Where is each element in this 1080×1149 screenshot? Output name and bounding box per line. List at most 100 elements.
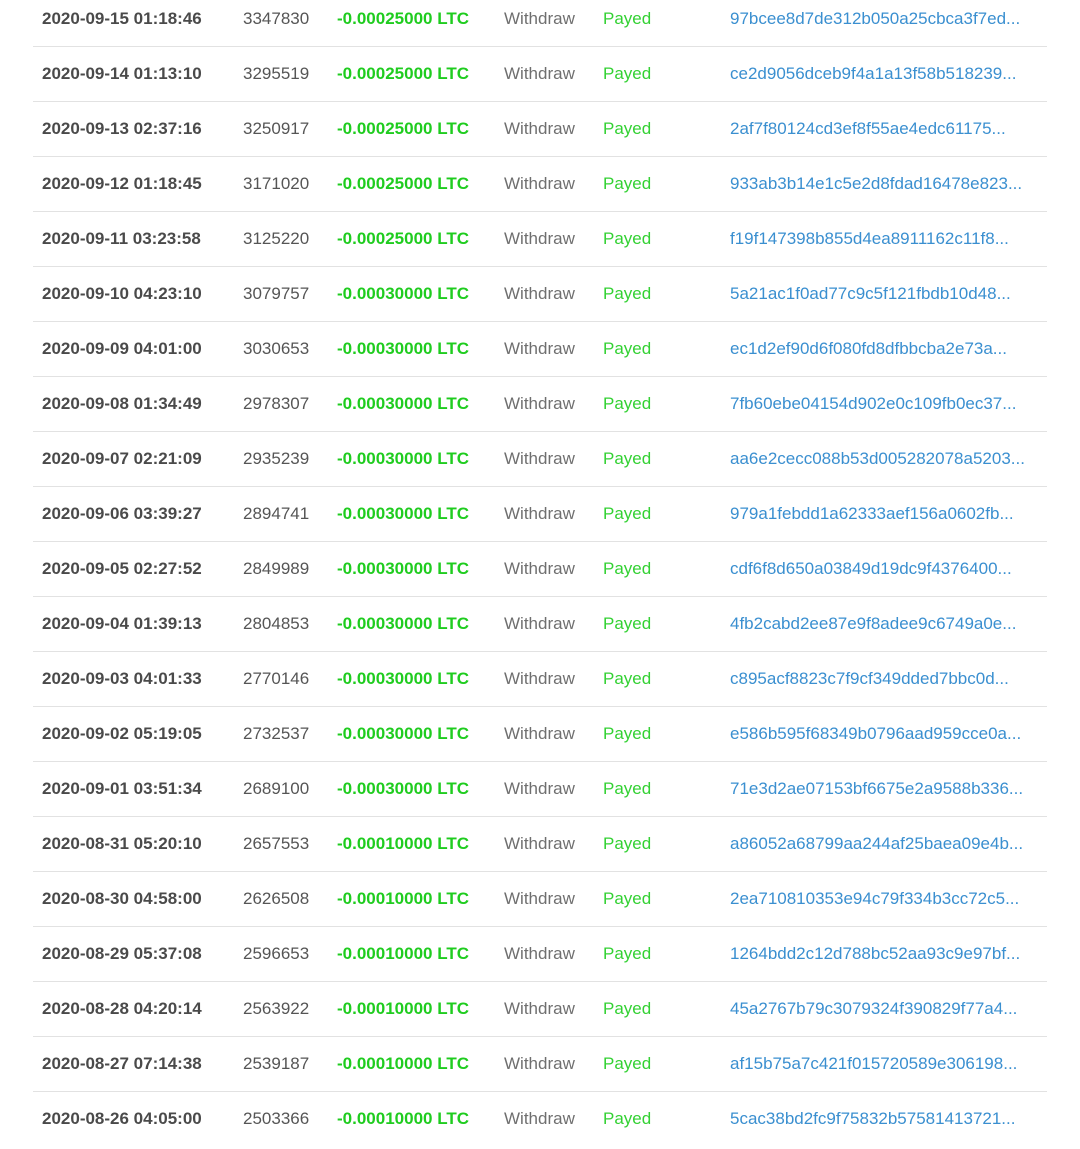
transaction-type: Withdraw bbox=[504, 229, 575, 248]
status-text: Payed bbox=[603, 284, 652, 303]
transaction-date: 2020-09-09 04:01:00 bbox=[42, 339, 202, 358]
transaction-hash-link[interactable]: 2af7f80124cd3ef8f55ae4edc61175... bbox=[730, 102, 1038, 156]
status-text: Payed bbox=[603, 999, 652, 1018]
transaction-id: 3295519 bbox=[243, 64, 310, 83]
transaction-id: 2804853 bbox=[243, 614, 310, 633]
transaction-type: Withdraw bbox=[504, 64, 575, 83]
transaction-id: 3171020 bbox=[243, 174, 310, 193]
transaction-type: Withdraw bbox=[504, 834, 575, 853]
transaction-hash-link[interactable]: 97bcee8d7de312b050a25cbca3f7ed... bbox=[730, 0, 1038, 46]
status-text: Payed bbox=[603, 229, 652, 248]
transaction-date: 2020-09-14 01:13:10 bbox=[42, 64, 202, 83]
transaction-amount: -0.00010000 LTC bbox=[337, 1109, 469, 1128]
transaction-type: Withdraw bbox=[504, 174, 575, 193]
transaction-amount: -0.00010000 LTC bbox=[337, 1054, 469, 1073]
transaction-date: 2020-08-28 04:20:14 bbox=[42, 999, 202, 1018]
transaction-id: 2563922 bbox=[243, 999, 310, 1018]
status-text: Payed bbox=[603, 779, 652, 798]
transaction-type: Withdraw bbox=[504, 119, 575, 138]
transaction-type: Withdraw bbox=[504, 339, 575, 358]
transaction-type: Withdraw bbox=[504, 724, 575, 743]
transaction-id: 2978307 bbox=[243, 394, 310, 413]
table-row: 2020-09-15 01:18:46 3347830 -0.00025000 LT… bbox=[33, 0, 1047, 47]
transaction-hash-link[interactable]: c895acf8823c7f9cf349dded7bbc0d... bbox=[730, 652, 1038, 706]
table-row: 2020-09-14 01:13:10 3295519 -0.00025000 LT… bbox=[33, 47, 1047, 102]
status-text: Payed bbox=[603, 9, 652, 28]
transaction-date: 2020-09-04 01:39:13 bbox=[42, 614, 202, 633]
transaction-hash-link[interactable]: cdf6f8d650a03849d19dc9f4376400... bbox=[730, 542, 1038, 596]
transaction-type: Withdraw bbox=[504, 944, 575, 963]
transaction-date: 2020-09-05 02:27:52 bbox=[42, 559, 202, 578]
transaction-amount: -0.00025000 LTC bbox=[337, 229, 469, 248]
transaction-hash-link[interactable]: 7fb60ebe04154d902e0c109fb0ec37... bbox=[730, 377, 1038, 431]
table-row: 2020-09-06 03:39:27 2894741 -0.00030000 LT… bbox=[33, 487, 1047, 542]
transaction-hash-link[interactable]: 71e3d2ae07153bf6675e2a9588b336... bbox=[730, 762, 1038, 816]
transaction-amount: -0.00030000 LTC bbox=[337, 284, 469, 303]
status-text: Payed bbox=[603, 449, 652, 468]
transaction-id: 3347830 bbox=[243, 9, 310, 28]
transaction-amount: -0.00030000 LTC bbox=[337, 449, 469, 468]
table-row: 2020-08-27 07:14:38 2539187 -0.00010000 LT… bbox=[33, 1037, 1047, 1092]
transaction-amount: -0.00010000 LTC bbox=[337, 944, 469, 963]
status-text: Payed bbox=[603, 1109, 652, 1128]
transaction-id: 2503366 bbox=[243, 1109, 310, 1128]
transaction-hash-link[interactable]: 5a21ac1f0ad77c9c5f121fbdb10d48... bbox=[730, 267, 1038, 321]
transaction-hash-link[interactable]: aa6e2cecc088b53d005282078a5203... bbox=[730, 432, 1038, 486]
transaction-hash-link[interactable]: 4fb2cabd2ee87e9f8adee9c6749a0e... bbox=[730, 597, 1038, 651]
transaction-type: Withdraw bbox=[504, 889, 575, 908]
table-row: 2020-09-02 05:19:05 2732537 -0.00030000 LT… bbox=[33, 707, 1047, 762]
transaction-date: 2020-09-01 03:51:34 bbox=[42, 779, 202, 798]
transaction-id: 3030653 bbox=[243, 339, 310, 358]
status-text: Payed bbox=[603, 394, 652, 413]
table-row: 2020-08-29 05:37:08 2596653 -0.00010000 LT… bbox=[33, 927, 1047, 982]
transaction-hash-link[interactable]: ce2d9056dceb9f4a1a13f58b518239... bbox=[730, 47, 1038, 101]
transaction-id: 2689100 bbox=[243, 779, 310, 798]
transaction-date: 2020-09-10 04:23:10 bbox=[42, 284, 202, 303]
table-row: 2020-09-04 01:39:13 2804853 -0.00030000 LT… bbox=[33, 597, 1047, 652]
table-row: 2020-09-01 03:51:34 2689100 -0.00030000 LT… bbox=[33, 762, 1047, 817]
table-row: 2020-08-31 05:20:10 2657553 -0.00010000 LT… bbox=[33, 817, 1047, 872]
transactions-table: 2020-09-15 01:18:46 3347830 -0.00025000 LT… bbox=[33, 0, 1047, 1146]
transaction-date: 2020-08-31 05:20:10 bbox=[42, 834, 202, 853]
transaction-date: 2020-09-07 02:21:09 bbox=[42, 449, 202, 468]
transaction-date: 2020-09-02 05:19:05 bbox=[42, 724, 202, 743]
status-text: Payed bbox=[603, 339, 652, 358]
transaction-id: 3079757 bbox=[243, 284, 310, 303]
transaction-id: 3125220 bbox=[243, 229, 310, 248]
transaction-hash-link[interactable]: 933ab3b14e1c5e2d8fdad16478e823... bbox=[730, 157, 1038, 211]
transaction-amount: -0.00010000 LTC bbox=[337, 889, 469, 908]
transaction-hash-link[interactable]: 45a2767b79c3079324f390829f77a4... bbox=[730, 982, 1038, 1036]
transaction-date: 2020-09-08 01:34:49 bbox=[42, 394, 202, 413]
transaction-type: Withdraw bbox=[504, 779, 575, 798]
transaction-hash-link[interactable]: 979a1febdd1a62333aef156a0602fb... bbox=[730, 487, 1038, 541]
transaction-hash-link[interactable]: a86052a68799aa244af25baea09e4b... bbox=[730, 817, 1038, 871]
status-text: Payed bbox=[603, 504, 652, 523]
transaction-hash-link[interactable]: ec1d2ef90d6f080fd8dfbbcba2e73a... bbox=[730, 322, 1038, 376]
transaction-hash-link[interactable]: 1264bdd2c12d788bc52aa93c9e97bf... bbox=[730, 927, 1038, 981]
transaction-id: 2657553 bbox=[243, 834, 310, 853]
status-text: Payed bbox=[603, 119, 652, 138]
transaction-hash-link[interactable]: 5cac38bd2fc9f75832b57581413721... bbox=[730, 1092, 1038, 1146]
transaction-hash-link[interactable]: 2ea710810353e94c79f334b3cc72c5... bbox=[730, 872, 1038, 926]
transaction-hash-link[interactable]: f19f147398b855d4ea8911162c11f8... bbox=[730, 212, 1038, 266]
transaction-amount: -0.00030000 LTC bbox=[337, 504, 469, 523]
transaction-type: Withdraw bbox=[504, 504, 575, 523]
transaction-amount: -0.00025000 LTC bbox=[337, 174, 469, 193]
transaction-id: 2935239 bbox=[243, 449, 310, 468]
transaction-date: 2020-09-03 04:01:33 bbox=[42, 669, 202, 688]
transaction-type: Withdraw bbox=[504, 669, 575, 688]
table-row: 2020-09-03 04:01:33 2770146 -0.00030000 LT… bbox=[33, 652, 1047, 707]
transaction-amount: -0.00030000 LTC bbox=[337, 724, 469, 743]
transaction-date: 2020-08-27 07:14:38 bbox=[42, 1054, 202, 1073]
transaction-hash-link[interactable]: e586b595f68349b0796aad959cce0a... bbox=[730, 707, 1038, 761]
transaction-type: Withdraw bbox=[504, 449, 575, 468]
status-text: Payed bbox=[603, 889, 652, 908]
transaction-type: Withdraw bbox=[504, 9, 575, 28]
transaction-hash-link[interactable]: af15b75a7c421f015720589e306198... bbox=[730, 1037, 1038, 1091]
transaction-amount: -0.00030000 LTC bbox=[337, 669, 469, 688]
table-row: 2020-09-07 02:21:09 2935239 -0.00030000 LT… bbox=[33, 432, 1047, 487]
table-row: 2020-09-10 04:23:10 3079757 -0.00030000 LT… bbox=[33, 267, 1047, 322]
transaction-amount: -0.00030000 LTC bbox=[337, 559, 469, 578]
transaction-type: Withdraw bbox=[504, 559, 575, 578]
transaction-date: 2020-09-12 01:18:45 bbox=[42, 174, 202, 193]
